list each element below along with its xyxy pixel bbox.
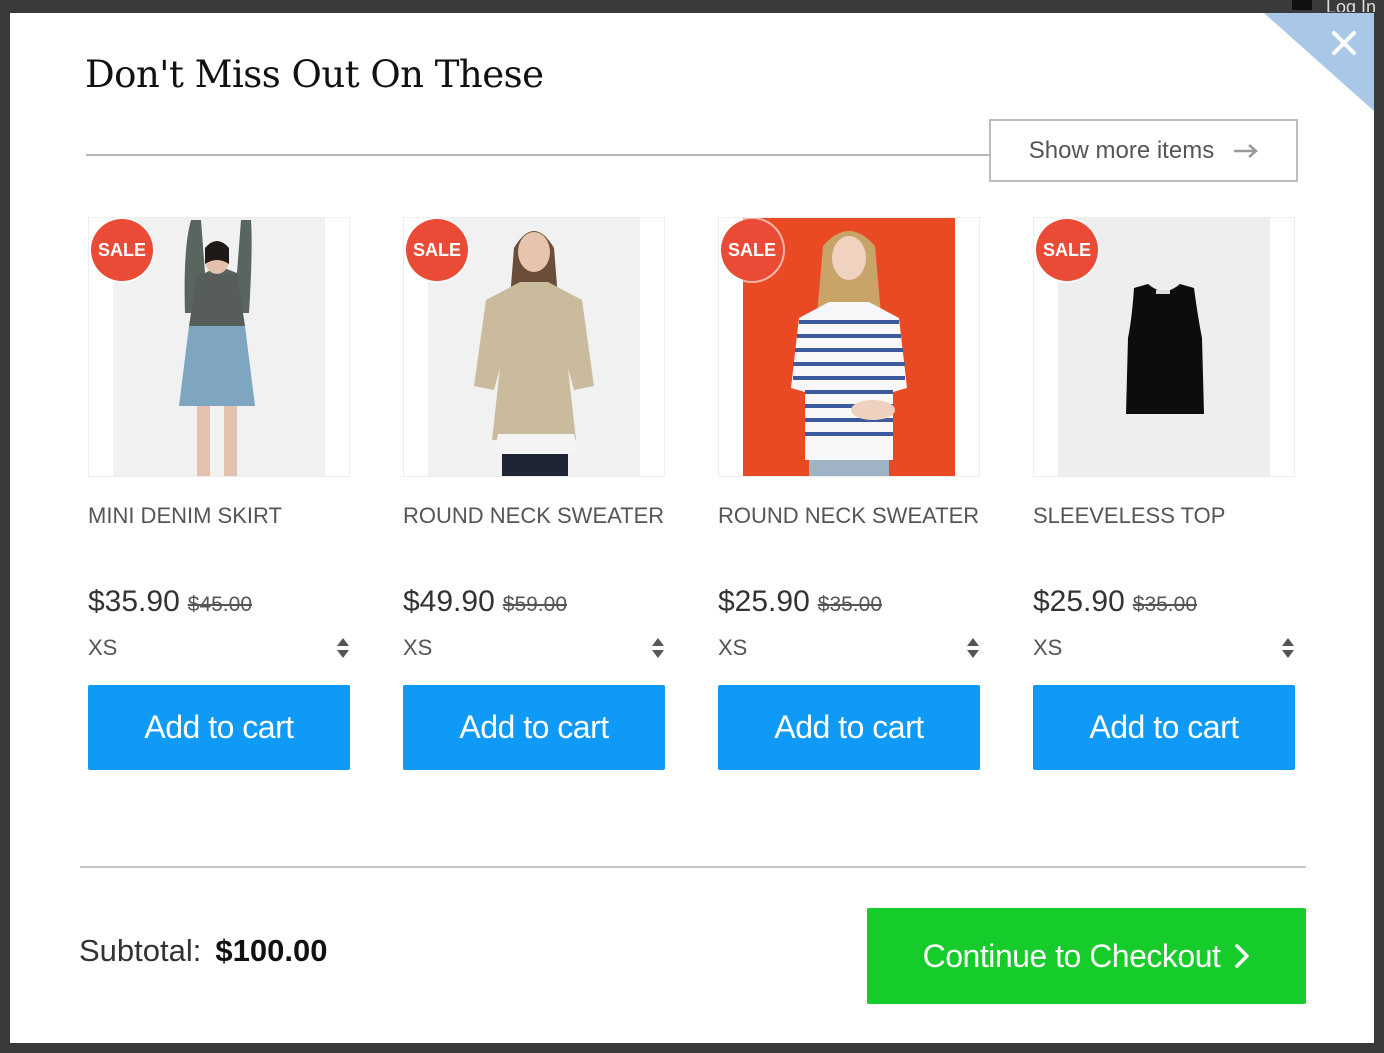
product-card: SALE ROUND NECK SWEATER $25.90 $35.00 XS… bbox=[718, 217, 980, 770]
login-link[interactable]: Log In bbox=[1326, 0, 1376, 12]
product-image[interactable]: SALE bbox=[718, 217, 980, 477]
size-value: XS bbox=[1033, 635, 1063, 660]
size-select[interactable]: XS bbox=[1033, 635, 1295, 661]
sort-arrows-icon bbox=[967, 638, 979, 658]
sort-arrows-icon bbox=[1282, 638, 1294, 658]
product-name[interactable]: MINI DENIM SKIRT bbox=[88, 500, 350, 562]
price-row: $25.90 $35.00 bbox=[718, 585, 980, 619]
product-old-price: $35.00 bbox=[817, 593, 882, 616]
checkout-button[interactable]: Continue to Checkout bbox=[867, 908, 1306, 1004]
size-value: XS bbox=[88, 635, 118, 660]
chevron-right-icon bbox=[1235, 944, 1250, 968]
product-name[interactable]: ROUND NECK SWEATER bbox=[718, 500, 980, 562]
size-select[interactable]: XS bbox=[718, 635, 980, 661]
checkout-label: Continue to Checkout bbox=[922, 937, 1221, 974]
product-price: $49.90 bbox=[403, 585, 495, 618]
add-to-cart-button[interactable]: Add to cart bbox=[1033, 685, 1295, 770]
show-more-button[interactable]: Show more items bbox=[989, 119, 1298, 182]
product-grid: SALE MINI DENIM SKIRT $35.90 $45.00 XS A… bbox=[88, 217, 1295, 770]
product-price: $35.90 bbox=[88, 585, 180, 618]
product-card: SALE MINI DENIM SKIRT $35.90 $45.00 XS A… bbox=[88, 217, 350, 770]
product-price: $25.90 bbox=[1033, 585, 1125, 618]
add-to-cart-button[interactable]: Add to cart bbox=[403, 685, 665, 770]
sale-badge: SALE bbox=[91, 219, 153, 281]
price-row: $25.90 $35.00 bbox=[1033, 585, 1295, 619]
product-image[interactable]: SALE bbox=[403, 217, 665, 477]
upsell-modal: Don't Miss Out On These Show more items bbox=[10, 13, 1374, 1043]
product-old-price: $59.00 bbox=[502, 593, 567, 616]
size-select[interactable]: XS bbox=[88, 635, 350, 661]
product-old-price: $35.00 bbox=[1132, 593, 1197, 616]
close-icon[interactable] bbox=[1326, 25, 1362, 61]
modal-title: Don't Miss Out On These bbox=[85, 53, 544, 96]
sale-badge: SALE bbox=[721, 219, 783, 281]
sale-badge: SALE bbox=[406, 219, 468, 281]
divider bbox=[86, 154, 991, 156]
product-price: $25.90 bbox=[718, 585, 810, 618]
size-select[interactable]: XS bbox=[403, 635, 665, 661]
price-row: $49.90 $59.00 bbox=[403, 585, 665, 619]
user-icon bbox=[1291, 0, 1312, 10]
product-name[interactable]: SLEEVELESS TOP bbox=[1033, 500, 1295, 562]
subtotal-value: $100.00 bbox=[215, 933, 328, 968]
size-value: XS bbox=[718, 635, 748, 660]
arrow-right-icon bbox=[1234, 143, 1259, 158]
product-name[interactable]: ROUND NECK SWEATER bbox=[403, 500, 665, 562]
sort-arrows-icon bbox=[337, 638, 349, 658]
divider bbox=[80, 866, 1306, 868]
product-old-price: $45.00 bbox=[187, 593, 252, 616]
price-row: $35.90 $45.00 bbox=[88, 585, 350, 619]
sale-badge: SALE bbox=[1036, 219, 1098, 281]
product-card: SALE SLEEVELESS TOP $25.90 $35.00 XS Add… bbox=[1033, 217, 1295, 770]
product-image[interactable]: SALE bbox=[1033, 217, 1295, 477]
subtotal-label: Subtotal: bbox=[79, 933, 202, 968]
product-card: SALE ROUND NECK SWEATER $49.90 $59.00 XS… bbox=[403, 217, 665, 770]
show-more-label: Show more items bbox=[1028, 136, 1215, 164]
add-to-cart-button[interactable]: Add to cart bbox=[88, 685, 350, 770]
subtotal: Subtotal: $100.00 bbox=[79, 933, 327, 969]
product-image[interactable]: SALE bbox=[88, 217, 350, 477]
size-value: XS bbox=[403, 635, 433, 660]
sort-arrows-icon bbox=[652, 638, 664, 658]
add-to-cart-button[interactable]: Add to cart bbox=[718, 685, 980, 770]
background-login: Log In bbox=[1291, 0, 1376, 12]
